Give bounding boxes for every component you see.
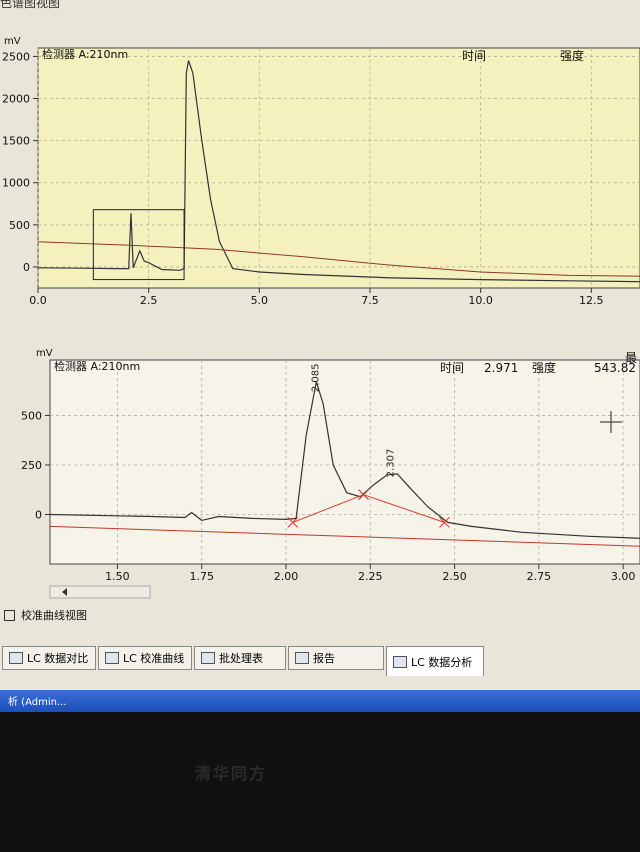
tab-label: LC 校准曲线 xyxy=(123,652,185,665)
calibration-view-label: 校准曲线视图 xyxy=(21,609,87,622)
x-tick-label: 3.00 xyxy=(611,570,636,583)
calibration-view-bar[interactable]: 校准曲线视图 xyxy=(4,606,87,624)
tab-label: 批处理表 xyxy=(219,652,263,665)
analysis-icon xyxy=(393,655,407,668)
y-axis-label: mV xyxy=(36,348,53,359)
top-chart-svg: 0.0 2.5 5.0 7.5 10.0 12.5 2500 2000 1500 1000 500 0… xyxy=(2,36,640,307)
peak-label: 2.307 xyxy=(386,449,397,478)
x-tick-label: 2.75 xyxy=(527,570,552,583)
x-tick-label: 0.0 xyxy=(29,294,47,307)
header-max-label: 最 xyxy=(625,351,637,365)
tab-calibration-curve[interactable]: LC 校准曲线 xyxy=(98,646,192,670)
y-tick-label: 0 xyxy=(35,508,42,521)
header-time-value: 2.971 xyxy=(484,361,518,375)
brand-logo: 清华同方 xyxy=(195,764,268,783)
report-icon xyxy=(295,652,309,664)
top-chromatogram[interactable]: 0.0 2.5 5.0 7.5 10.0 12.5 2500 2000 1500 1000 500 0… xyxy=(0,30,640,340)
header-intensity-label: 强度 xyxy=(532,360,556,375)
x-tick-label: 7.5 xyxy=(361,294,379,307)
screen: 色谱图视图 0.0 2.5 5.0 7.5 10.0 12.5 2500 2000 1500 10… xyxy=(0,0,640,700)
tab-label: LC 数据对比 xyxy=(27,652,89,665)
y-tick-label: 250 xyxy=(21,459,42,472)
x-tick-label: 1.50 xyxy=(105,570,130,583)
panel-box-icon xyxy=(4,609,15,621)
tab-data-compare[interactable]: LC 数据对比 xyxy=(2,646,96,670)
x-tick-label: 10.0 xyxy=(468,294,493,307)
y-tick-label: 1000 xyxy=(2,177,30,190)
monitor-bezel: 清华同方 xyxy=(0,712,640,852)
x-tick-label: 2.00 xyxy=(274,570,299,583)
x-tick-label: 2.5 xyxy=(140,294,158,307)
x-tick-label: 5.0 xyxy=(251,294,269,307)
bottom-panel xyxy=(0,600,640,690)
zoom-chart-svg: 1.50 1.75 2.00 2.25 2.50 2.75 3.00 500 250 0 mV检测器… xyxy=(21,348,640,599)
y-tick-label: 500 xyxy=(9,219,30,232)
tab-strip: LC 数据对比 LC 校准曲线 批处理表 报告 LC 数据分析 xyxy=(2,646,486,676)
zoomed-chromatogram[interactable]: 1.50 1.75 2.00 2.25 2.50 2.75 3.00 500 250 0 mV 检测器… xyxy=(0,342,640,604)
tab-label: 报告 xyxy=(313,652,335,665)
detector-label: 检测器 A:210nm xyxy=(54,359,140,373)
taskbar: 析 (Admin... xyxy=(0,690,640,712)
header-time-label: 时间 xyxy=(462,49,486,63)
x-tick-label: 12.5 xyxy=(579,294,604,307)
tab-label: LC 数据分析 xyxy=(411,655,473,669)
header-time-label: 时间 xyxy=(440,361,464,375)
tab-report[interactable]: 报告 xyxy=(288,646,384,670)
y-tick-label: 1500 xyxy=(2,135,30,148)
window-title: 色谱图视图 xyxy=(0,0,61,10)
y-tick-label: 0 xyxy=(23,261,30,274)
plot-area xyxy=(37,47,640,289)
plot-area xyxy=(49,359,640,565)
header-intensity-label: 强度 xyxy=(560,48,584,63)
compare-icon xyxy=(9,652,23,664)
x-tick-label: 1.75 xyxy=(189,570,214,583)
peak-label: 2.085 xyxy=(311,364,322,393)
detector-label: 检测器 A:210nm xyxy=(42,47,128,61)
x-tick-label: 2.25 xyxy=(358,570,383,583)
y-tick-label: 500 xyxy=(21,409,42,422)
tab-data-analysis[interactable]: LC 数据分析 xyxy=(386,646,484,676)
curve-icon xyxy=(105,652,119,664)
y-tick-label: 2500 xyxy=(2,50,30,63)
x-tick-label: 2.50 xyxy=(442,570,467,583)
taskbar-item[interactable]: 析 (Admin... xyxy=(0,693,75,709)
y-axis-label: mV xyxy=(4,36,21,47)
y-tick-label: 2000 xyxy=(2,93,30,106)
tab-batch-table[interactable]: 批处理表 xyxy=(194,646,286,670)
batch-icon xyxy=(201,652,215,664)
